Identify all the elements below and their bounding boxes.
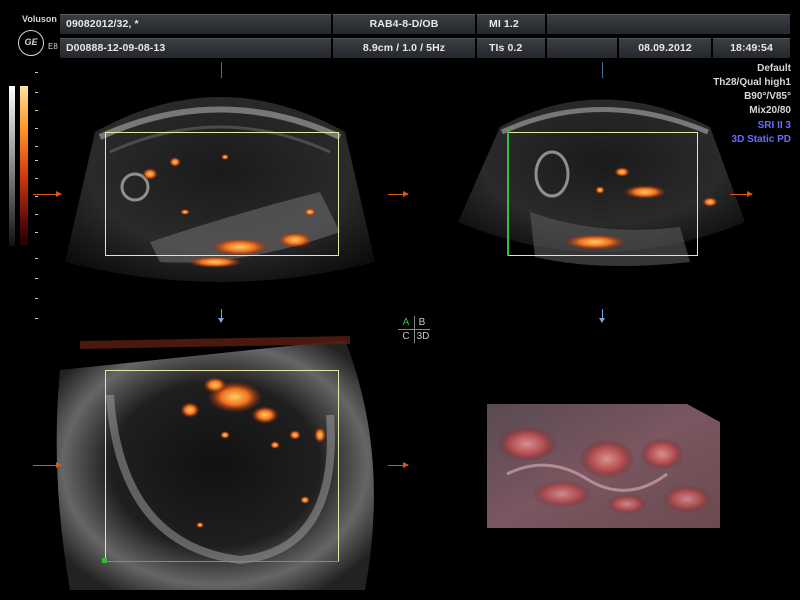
depth-info: 8.9cm / 1.0 / 5Hz	[333, 38, 475, 58]
patient-id: 09082012/32, *	[60, 14, 331, 34]
header-blank	[547, 14, 790, 34]
center-line-a	[221, 62, 222, 78]
exam-id: D00888-12-09-08-13	[60, 38, 331, 58]
model-label: E8	[48, 42, 58, 51]
exam-time: 18:49:54	[713, 38, 790, 58]
ge-logo-icon: GE	[18, 30, 44, 56]
mi-value: MI 1.2	[477, 14, 545, 34]
roi-box-a[interactable]	[105, 132, 339, 256]
roi-box-b[interactable]	[508, 132, 698, 256]
3d-volume-render	[487, 404, 720, 528]
header-blank-2	[547, 38, 617, 58]
sri-label: SRI II 3	[757, 120, 791, 131]
quadrant-b-button[interactable]: B	[414, 316, 430, 330]
center-line-b	[602, 62, 603, 78]
roi-active-edge-c	[105, 561, 339, 562]
roi-active-edge-b	[507, 130, 509, 256]
3d-render-view[interactable]	[487, 404, 720, 528]
plane-marker-arrow-b-right	[730, 191, 753, 197]
grayscale-bar	[9, 86, 15, 246]
quadrant-selector[interactable]: A B C 3D	[396, 315, 432, 345]
down-arrow-a	[218, 309, 224, 323]
exam-date: 08.09.2012	[619, 38, 711, 58]
roi-box-c[interactable]	[105, 370, 339, 562]
preset-label: Default	[757, 63, 791, 74]
quadrant-3d-button[interactable]: 3D	[414, 330, 432, 343]
tis-value: TIs 0.2	[477, 38, 545, 58]
plane-marker-arrow-a-left	[33, 191, 62, 197]
quadrant-a-image[interactable]	[40, 62, 410, 302]
quadrant-b-image[interactable]	[440, 62, 760, 302]
down-arrow-b	[599, 309, 605, 323]
brand-label: Voluson	[22, 14, 57, 24]
ge-logo: Voluson GE E8	[8, 10, 60, 58]
plane-marker-arrow-c-left	[33, 462, 62, 468]
roi-corner-handle[interactable]	[102, 558, 107, 563]
quadrant-c-image[interactable]	[50, 335, 395, 595]
quadrant-c-button[interactable]: C	[398, 330, 415, 343]
probe-label: RAB4-8-D/OB	[333, 14, 475, 34]
plane-marker-arrow-a-right	[388, 191, 409, 197]
top-info-bar: Voluson GE E8 09082012/32, * D00888-12-0…	[0, 0, 800, 62]
power-doppler-color-bar	[20, 86, 28, 246]
quadrant-a-button[interactable]: A	[398, 316, 415, 330]
plane-marker-arrow-c-right	[388, 462, 409, 468]
